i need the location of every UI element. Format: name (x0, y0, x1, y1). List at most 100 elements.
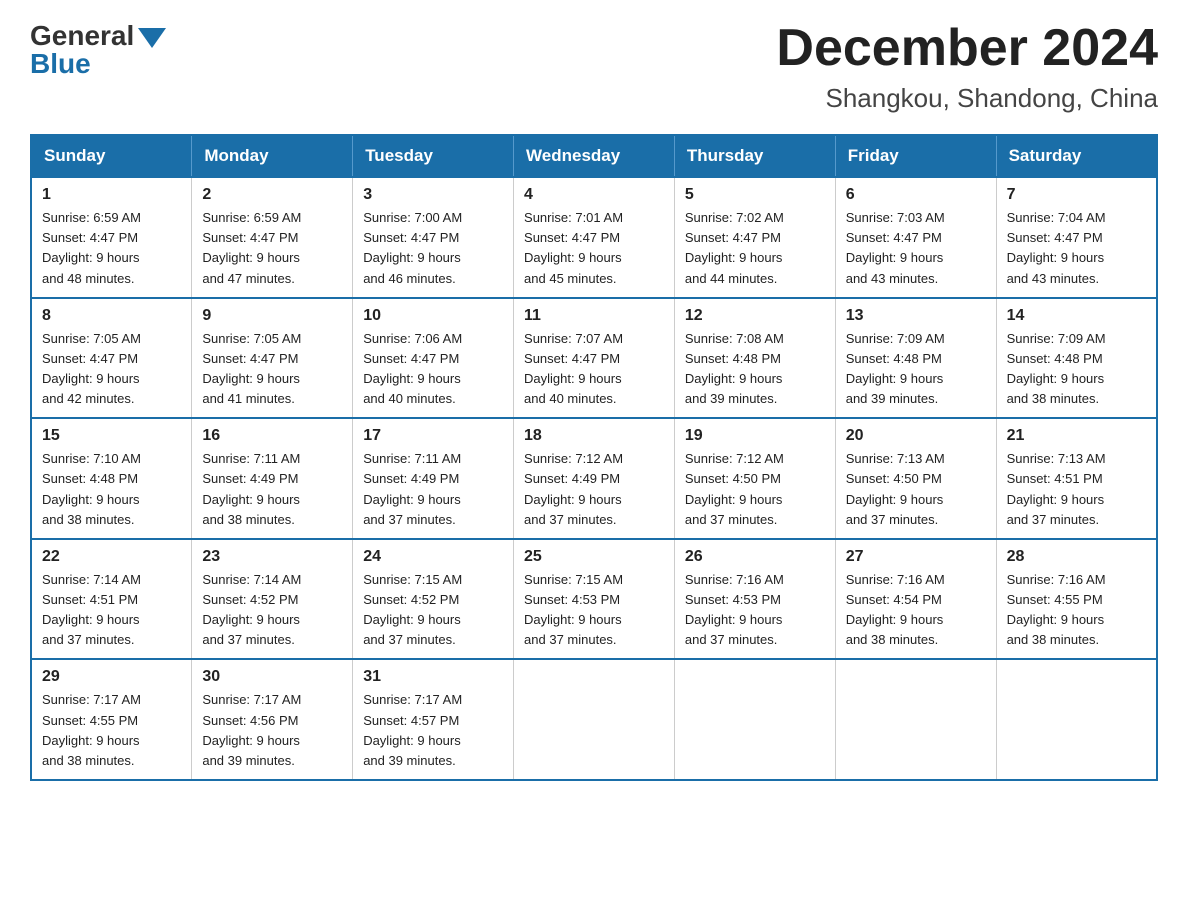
day-number: 19 (685, 427, 825, 445)
day-number: 24 (363, 548, 503, 566)
calendar-cell: 25 Sunrise: 7:15 AMSunset: 4:53 PMDaylig… (514, 539, 675, 660)
subtitle: Shangkou, Shandong, China (776, 83, 1158, 114)
day-info: Sunrise: 7:16 AMSunset: 4:53 PMDaylight:… (685, 570, 825, 651)
day-number: 26 (685, 548, 825, 566)
day-info: Sunrise: 7:17 AMSunset: 4:55 PMDaylight:… (42, 690, 181, 771)
day-number: 1 (42, 186, 181, 204)
day-info: Sunrise: 7:13 AMSunset: 4:50 PMDaylight:… (846, 449, 986, 530)
calendar-week-row: 8 Sunrise: 7:05 AMSunset: 4:47 PMDayligh… (31, 298, 1157, 419)
day-info: Sunrise: 7:12 AMSunset: 4:49 PMDaylight:… (524, 449, 664, 530)
day-info: Sunrise: 7:09 AMSunset: 4:48 PMDaylight:… (846, 329, 986, 410)
day-number: 3 (363, 186, 503, 204)
day-info: Sunrise: 7:05 AMSunset: 4:47 PMDaylight:… (42, 329, 181, 410)
day-info: Sunrise: 7:05 AMSunset: 4:47 PMDaylight:… (202, 329, 342, 410)
weekday-header-row: SundayMondayTuesdayWednesdayThursdayFrid… (31, 135, 1157, 177)
day-info: Sunrise: 7:03 AMSunset: 4:47 PMDaylight:… (846, 208, 986, 289)
calendar-cell: 13 Sunrise: 7:09 AMSunset: 4:48 PMDaylig… (835, 298, 996, 419)
day-number: 13 (846, 307, 986, 325)
calendar-cell: 16 Sunrise: 7:11 AMSunset: 4:49 PMDaylig… (192, 418, 353, 539)
day-info: Sunrise: 7:15 AMSunset: 4:52 PMDaylight:… (363, 570, 503, 651)
day-number: 11 (524, 307, 664, 325)
day-info: Sunrise: 6:59 AMSunset: 4:47 PMDaylight:… (202, 208, 342, 289)
day-info: Sunrise: 7:04 AMSunset: 4:47 PMDaylight:… (1007, 208, 1146, 289)
calendar-cell: 28 Sunrise: 7:16 AMSunset: 4:55 PMDaylig… (996, 539, 1157, 660)
day-number: 6 (846, 186, 986, 204)
calendar-week-row: 1 Sunrise: 6:59 AMSunset: 4:47 PMDayligh… (31, 177, 1157, 298)
calendar-cell: 27 Sunrise: 7:16 AMSunset: 4:54 PMDaylig… (835, 539, 996, 660)
calendar-cell: 7 Sunrise: 7:04 AMSunset: 4:47 PMDayligh… (996, 177, 1157, 298)
calendar-cell: 8 Sunrise: 7:05 AMSunset: 4:47 PMDayligh… (31, 298, 192, 419)
calendar-cell: 6 Sunrise: 7:03 AMSunset: 4:47 PMDayligh… (835, 177, 996, 298)
day-number: 17 (363, 427, 503, 445)
day-info: Sunrise: 7:17 AMSunset: 4:56 PMDaylight:… (202, 690, 342, 771)
day-number: 28 (1007, 548, 1146, 566)
day-number: 8 (42, 307, 181, 325)
day-number: 20 (846, 427, 986, 445)
day-number: 21 (1007, 427, 1146, 445)
day-number: 30 (202, 668, 342, 686)
day-number: 9 (202, 307, 342, 325)
day-number: 14 (1007, 307, 1146, 325)
day-info: Sunrise: 7:08 AMSunset: 4:48 PMDaylight:… (685, 329, 825, 410)
logo-triangle-icon (138, 28, 166, 48)
day-info: Sunrise: 7:11 AMSunset: 4:49 PMDaylight:… (202, 449, 342, 530)
day-number: 7 (1007, 186, 1146, 204)
day-number: 10 (363, 307, 503, 325)
day-info: Sunrise: 7:11 AMSunset: 4:49 PMDaylight:… (363, 449, 503, 530)
calendar-cell: 29 Sunrise: 7:17 AMSunset: 4:55 PMDaylig… (31, 659, 192, 780)
calendar-cell: 4 Sunrise: 7:01 AMSunset: 4:47 PMDayligh… (514, 177, 675, 298)
day-number: 29 (42, 668, 181, 686)
calendar-cell (674, 659, 835, 780)
calendar-cell: 20 Sunrise: 7:13 AMSunset: 4:50 PMDaylig… (835, 418, 996, 539)
day-number: 18 (524, 427, 664, 445)
day-number: 12 (685, 307, 825, 325)
calendar-week-row: 15 Sunrise: 7:10 AMSunset: 4:48 PMDaylig… (31, 418, 1157, 539)
calendar-cell: 14 Sunrise: 7:09 AMSunset: 4:48 PMDaylig… (996, 298, 1157, 419)
calendar-cell: 17 Sunrise: 7:11 AMSunset: 4:49 PMDaylig… (353, 418, 514, 539)
day-number: 2 (202, 186, 342, 204)
day-number: 23 (202, 548, 342, 566)
weekday-header-tuesday: Tuesday (353, 135, 514, 177)
day-info: Sunrise: 7:15 AMSunset: 4:53 PMDaylight:… (524, 570, 664, 651)
day-number: 31 (363, 668, 503, 686)
weekday-header-monday: Monday (192, 135, 353, 177)
day-info: Sunrise: 7:14 AMSunset: 4:51 PMDaylight:… (42, 570, 181, 651)
day-info: Sunrise: 7:10 AMSunset: 4:48 PMDaylight:… (42, 449, 181, 530)
day-number: 22 (42, 548, 181, 566)
day-number: 25 (524, 548, 664, 566)
calendar-cell: 23 Sunrise: 7:14 AMSunset: 4:52 PMDaylig… (192, 539, 353, 660)
day-info: Sunrise: 7:00 AMSunset: 4:47 PMDaylight:… (363, 208, 503, 289)
calendar-cell: 19 Sunrise: 7:12 AMSunset: 4:50 PMDaylig… (674, 418, 835, 539)
day-info: Sunrise: 7:09 AMSunset: 4:48 PMDaylight:… (1007, 329, 1146, 410)
calendar-cell: 11 Sunrise: 7:07 AMSunset: 4:47 PMDaylig… (514, 298, 675, 419)
calendar-cell (835, 659, 996, 780)
day-info: Sunrise: 7:13 AMSunset: 4:51 PMDaylight:… (1007, 449, 1146, 530)
day-info: Sunrise: 7:01 AMSunset: 4:47 PMDaylight:… (524, 208, 664, 289)
day-info: Sunrise: 7:02 AMSunset: 4:47 PMDaylight:… (685, 208, 825, 289)
calendar-week-row: 29 Sunrise: 7:17 AMSunset: 4:55 PMDaylig… (31, 659, 1157, 780)
weekday-header-friday: Friday (835, 135, 996, 177)
day-info: Sunrise: 7:06 AMSunset: 4:47 PMDaylight:… (363, 329, 503, 410)
day-info: Sunrise: 7:17 AMSunset: 4:57 PMDaylight:… (363, 690, 503, 771)
calendar-cell: 18 Sunrise: 7:12 AMSunset: 4:49 PMDaylig… (514, 418, 675, 539)
day-info: Sunrise: 7:12 AMSunset: 4:50 PMDaylight:… (685, 449, 825, 530)
calendar-week-row: 22 Sunrise: 7:14 AMSunset: 4:51 PMDaylig… (31, 539, 1157, 660)
title-block: December 2024 Shangkou, Shandong, China (776, 20, 1158, 114)
calendar-cell: 22 Sunrise: 7:14 AMSunset: 4:51 PMDaylig… (31, 539, 192, 660)
calendar-cell: 15 Sunrise: 7:10 AMSunset: 4:48 PMDaylig… (31, 418, 192, 539)
calendar-cell: 9 Sunrise: 7:05 AMSunset: 4:47 PMDayligh… (192, 298, 353, 419)
calendar-table: SundayMondayTuesdayWednesdayThursdayFrid… (30, 134, 1158, 781)
calendar-cell: 10 Sunrise: 7:06 AMSunset: 4:47 PMDaylig… (353, 298, 514, 419)
weekday-header-thursday: Thursday (674, 135, 835, 177)
day-info: Sunrise: 6:59 AMSunset: 4:47 PMDaylight:… (42, 208, 181, 289)
calendar-cell: 5 Sunrise: 7:02 AMSunset: 4:47 PMDayligh… (674, 177, 835, 298)
calendar-cell: 1 Sunrise: 6:59 AMSunset: 4:47 PMDayligh… (31, 177, 192, 298)
weekday-header-wednesday: Wednesday (514, 135, 675, 177)
calendar-cell (996, 659, 1157, 780)
calendar-cell: 21 Sunrise: 7:13 AMSunset: 4:51 PMDaylig… (996, 418, 1157, 539)
weekday-header-sunday: Sunday (31, 135, 192, 177)
logo-blue-text: Blue (30, 48, 91, 80)
day-info: Sunrise: 7:16 AMSunset: 4:54 PMDaylight:… (846, 570, 986, 651)
day-number: 15 (42, 427, 181, 445)
day-info: Sunrise: 7:16 AMSunset: 4:55 PMDaylight:… (1007, 570, 1146, 651)
